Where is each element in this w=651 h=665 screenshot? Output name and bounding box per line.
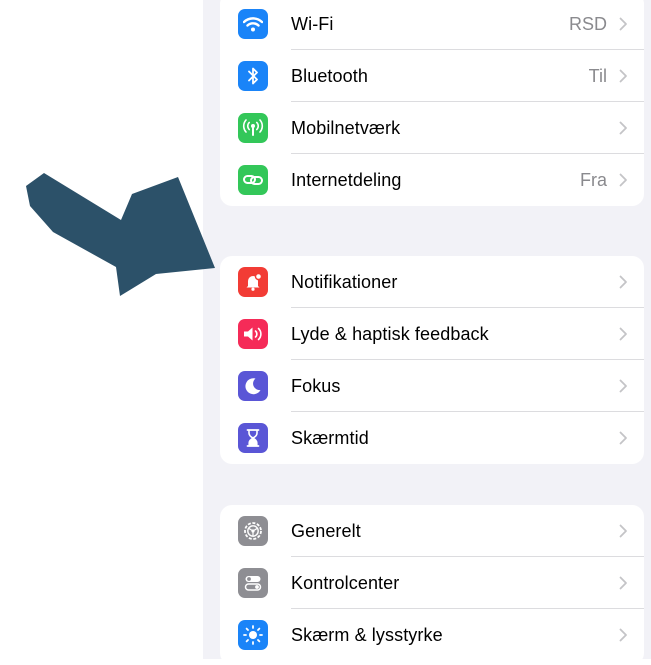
bluetooth-value: Til <box>588 65 607 86</box>
toggles-icon <box>238 568 268 598</box>
settings-row-skaerm-lysstyrke[interactable]: Skærm & lysstyrke <box>220 609 644 661</box>
internetdeling-value: Fra <box>580 169 607 190</box>
generelt-label: Generelt <box>291 520 361 541</box>
settings-group-general: Generelt Kontrolcenter Skærm & lysstyrke <box>220 505 644 665</box>
gear-icon <box>238 516 268 546</box>
chain-link-icon <box>238 165 268 195</box>
speaker-icon <box>238 319 268 349</box>
settings-row-skaermtid[interactable]: Skærmtid <box>220 412 644 464</box>
chevron-right-icon <box>619 121 627 135</box>
chevron-right-icon <box>619 327 627 341</box>
wifi-icon <box>238 9 268 39</box>
settings-row-kontrolcenter[interactable]: Kontrolcenter <box>220 557 644 609</box>
skaerm-lysstyrke-label: Skærm & lysstyrke <box>291 624 443 645</box>
chevron-right-icon <box>619 524 627 538</box>
wifi-value: RSD <box>568 13 607 34</box>
fokus-label: Fokus <box>291 375 341 396</box>
chevron-right-icon <box>619 379 627 393</box>
bluetooth-label: Bluetooth <box>291 65 368 86</box>
antenna-icon <box>238 113 268 143</box>
hourglass-icon <box>238 423 268 453</box>
chevron-right-icon <box>619 17 627 31</box>
chevron-right-icon <box>619 628 627 642</box>
sun-icon <box>238 620 268 650</box>
settings-row-notifikationer[interactable]: Notifikationer <box>220 256 644 308</box>
internetdeling-label: Internetdeling <box>291 169 402 190</box>
settings-row-bluetooth[interactable]: Bluetooth Til <box>220 50 644 102</box>
settings-row-wifi[interactable]: Wi-Fi RSD <box>220 0 644 50</box>
kontrolcenter-label: Kontrolcenter <box>291 572 400 593</box>
mobilnetvaerk-label: Mobilnetværk <box>291 117 401 138</box>
chevron-right-icon <box>619 576 627 590</box>
settings-group-connectivity: Wi-Fi RSD Bluetooth Til Mobilnetværk Int… <box>220 0 644 206</box>
moon-icon <box>238 371 268 401</box>
notifikationer-label: Notifikationer <box>291 271 398 292</box>
settings-row-fokus[interactable]: Fokus <box>220 360 644 412</box>
settings-group-notifications: Notifikationer Lyde & haptisk feedback F… <box>220 256 644 464</box>
bluetooth-icon <box>238 61 268 91</box>
chevron-right-icon <box>619 275 627 289</box>
settings-row-internetdeling[interactable]: Internetdeling Fra <box>220 154 644 206</box>
wifi-label: Wi-Fi <box>291 13 334 34</box>
settings-row-mobilnetvaerk[interactable]: Mobilnetværk <box>220 102 644 154</box>
settings-row-generelt[interactable]: Generelt <box>220 505 644 557</box>
chevron-right-icon <box>619 69 627 83</box>
chevron-right-icon <box>619 173 627 187</box>
chevron-right-icon <box>619 431 627 445</box>
skaermtid-label: Skærmtid <box>291 427 369 448</box>
settings-row-lyde[interactable]: Lyde & haptisk feedback <box>220 308 644 360</box>
bell-icon <box>238 267 268 297</box>
lyde-label: Lyde & haptisk feedback <box>291 323 489 344</box>
